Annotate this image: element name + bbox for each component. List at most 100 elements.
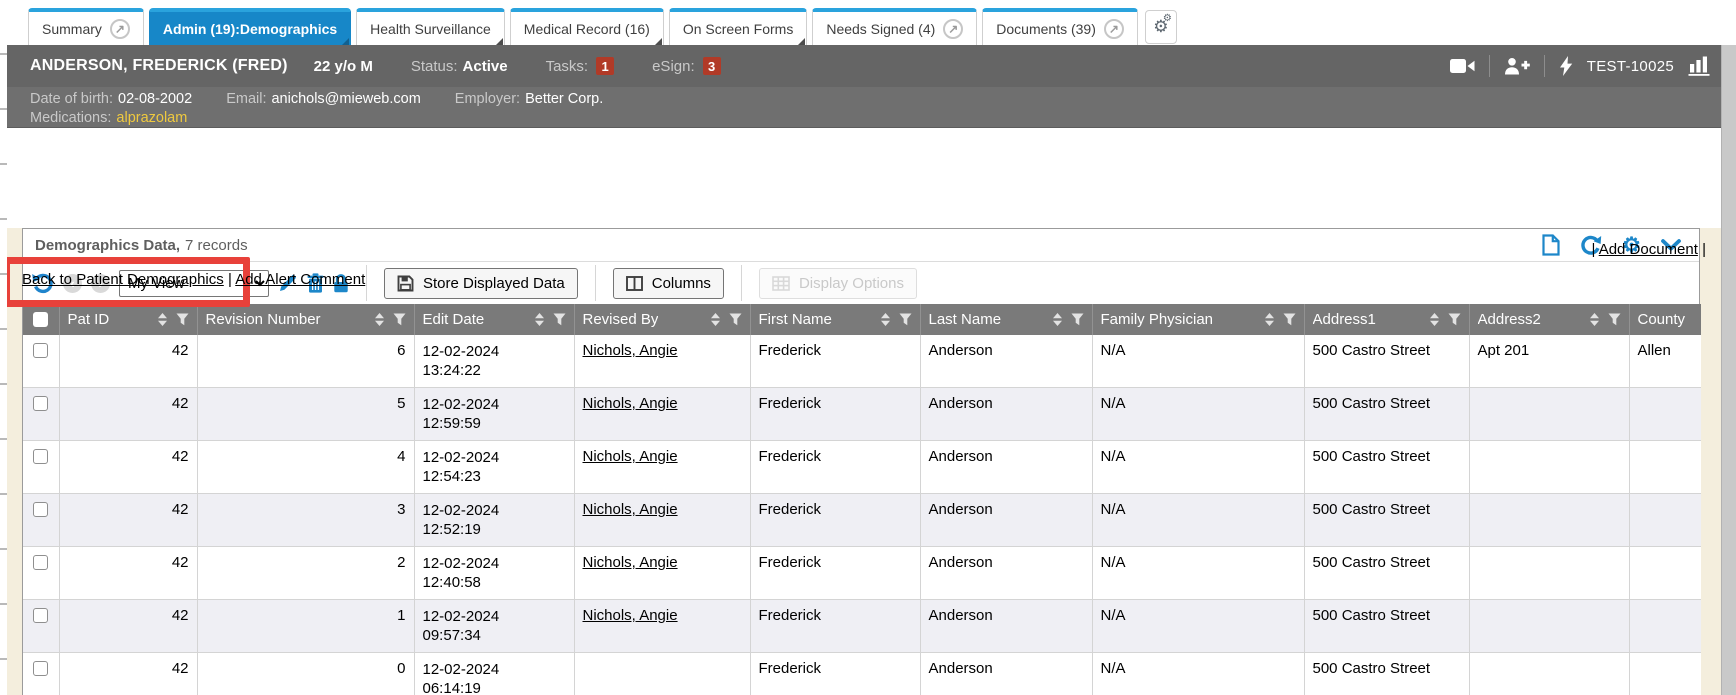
column-header-checkbox[interactable]: [23, 304, 59, 335]
column-header-last_name[interactable]: Last Name: [920, 304, 1092, 335]
tab-dropdown-caret-icon[interactable]: [655, 38, 662, 45]
sort-icon[interactable]: [1429, 312, 1440, 327]
column-label: Family Physician: [1101, 311, 1214, 328]
cell-county: [1629, 494, 1701, 547]
tab-label: Needs Signed (4): [826, 21, 935, 37]
column-header-address2[interactable]: Address2: [1469, 304, 1629, 335]
popout-icon[interactable]: ↗: [110, 19, 130, 39]
column-header-pat_id[interactable]: Pat ID: [59, 304, 197, 335]
filter-icon[interactable]: [553, 313, 566, 326]
tab-dropdown-caret-icon[interactable]: [496, 38, 503, 45]
sort-icon[interactable]: [710, 312, 721, 327]
row-checkbox[interactable]: [33, 661, 48, 676]
patient-header-bar: ANDERSON, FREDERICK (FRED) 22 y/o M Stat…: [0, 45, 1736, 87]
cell-address2: [1469, 388, 1629, 441]
cell-address1: 500 Castro Street: [1304, 388, 1469, 441]
add-alert-comment-link[interactable]: Add Alert Comment: [235, 271, 365, 288]
sort-icon[interactable]: [534, 312, 545, 327]
tab-admin-19-demographics[interactable]: Admin (19):Demographics: [149, 8, 351, 45]
pipe: |: [1698, 241, 1706, 258]
cell-address1: 500 Castro Street: [1304, 494, 1469, 547]
column-label: County: [1638, 311, 1686, 328]
display-options-label: Display Options: [799, 275, 904, 292]
sort-icon[interactable]: [1589, 312, 1600, 327]
column-label: Edit Date: [423, 311, 485, 328]
columns-button[interactable]: Columns: [613, 268, 724, 299]
edit-date: 12-02-2024: [423, 395, 566, 414]
edit-time: 06:14:19: [423, 679, 566, 695]
add-document-link[interactable]: Add Document: [1599, 241, 1698, 258]
row-checkbox[interactable]: [33, 502, 48, 517]
tab-dropdown-caret-icon[interactable]: [798, 38, 805, 45]
filter-icon[interactable]: [1283, 313, 1296, 326]
cell-revised_by: Nichols, Angie: [574, 335, 750, 388]
edit-date: 12-02-2024: [423, 448, 566, 467]
column-header-first_name[interactable]: First Name: [750, 304, 920, 335]
sort-icon[interactable]: [1052, 312, 1063, 327]
filter-icon[interactable]: [729, 313, 742, 326]
column-header-address1[interactable]: Address1: [1304, 304, 1469, 335]
sort-icon[interactable]: [1264, 312, 1275, 327]
cell-first_name: Frederick: [750, 441, 920, 494]
new-document-icon[interactable]: [1542, 234, 1560, 256]
tab-summary[interactable]: Summary↗: [28, 8, 144, 45]
revised-by-link[interactable]: Nichols, Angie: [583, 554, 678, 571]
filter-icon[interactable]: [1608, 313, 1621, 326]
column-header-revised_by[interactable]: Revised By: [574, 304, 750, 335]
cell-edit_date: 12-02-202413:24:22: [414, 335, 574, 388]
filter-icon[interactable]: [1448, 313, 1461, 326]
row-checkbox[interactable]: [33, 449, 48, 464]
store-displayed-data-button[interactable]: Store Displayed Data: [384, 268, 578, 299]
cell-family_physician: N/A: [1092, 653, 1304, 695]
column-header-edit_date[interactable]: Edit Date: [414, 304, 574, 335]
row-checkbox[interactable]: [33, 396, 48, 411]
revised-by-link[interactable]: Nichols, Angie: [583, 342, 678, 359]
popout-icon[interactable]: ↗: [1104, 19, 1124, 39]
tab-needs-signed-4[interactable]: Needs Signed (4) ↗: [812, 8, 977, 45]
tab-dropdown-caret-icon[interactable]: [342, 38, 349, 45]
row-checkbox[interactable]: [33, 343, 48, 358]
select-all-checkbox[interactable]: [33, 312, 48, 327]
medications-value[interactable]: alprazolam: [116, 110, 187, 126]
back-to-patient-demographics-link[interactable]: Back to Patient Demographics: [22, 271, 224, 288]
filter-icon[interactable]: [1071, 313, 1084, 326]
revised-by-link[interactable]: Nichols, Angie: [583, 501, 678, 518]
edit-date: 12-02-2024: [423, 554, 566, 573]
filter-icon[interactable]: [899, 313, 912, 326]
cell-county: [1629, 441, 1701, 494]
tab-health-surveillance[interactable]: Health Surveillance: [356, 8, 505, 45]
video-camera-icon[interactable]: [1450, 58, 1475, 74]
lightning-bolt-icon[interactable]: [1559, 56, 1573, 76]
sort-icon[interactable]: [880, 312, 891, 327]
tab-medical-record-16[interactable]: Medical Record (16): [510, 8, 664, 45]
cell-last_name: Anderson: [920, 388, 1092, 441]
sort-icon[interactable]: [374, 312, 385, 327]
revised-by-link[interactable]: Nichols, Angie: [583, 448, 678, 465]
column-label: Revision Number: [206, 311, 321, 328]
tab-label: On Screen Forms: [683, 21, 793, 37]
revised-by-link[interactable]: Nichols, Angie: [583, 395, 678, 412]
filter-icon[interactable]: [176, 313, 189, 326]
cell-county: [1629, 547, 1701, 600]
cell-family_physician: N/A: [1092, 494, 1304, 547]
column-header-revision[interactable]: Revision Number: [197, 304, 414, 335]
tab-settings-button[interactable]: ⚙ ⚙: [1145, 10, 1177, 44]
edit-time: 13:24:22: [423, 361, 566, 380]
row-checkbox[interactable]: [33, 608, 48, 623]
row-checkbox-cell: [23, 600, 59, 653]
tasks-count-badge[interactable]: 1: [596, 57, 614, 75]
esign-count-badge[interactable]: 3: [703, 57, 721, 75]
tab-on-screen-forms[interactable]: On Screen Forms: [669, 8, 807, 45]
sort-icon[interactable]: [157, 312, 168, 327]
column-header-family_physician[interactable]: Family Physician: [1092, 304, 1304, 335]
add-person-icon[interactable]: [1504, 57, 1530, 75]
popout-icon[interactable]: ↗: [943, 19, 963, 39]
vertical-scrollbar[interactable]: [1721, 45, 1736, 695]
row-checkbox[interactable]: [33, 555, 48, 570]
tab-documents-39[interactable]: Documents (39)↗: [982, 8, 1138, 45]
column-label: Address2: [1478, 311, 1541, 328]
bar-chart-icon[interactable]: [1688, 56, 1710, 76]
cell-county: [1629, 388, 1701, 441]
revised-by-link[interactable]: Nichols, Angie: [583, 607, 678, 624]
filter-icon[interactable]: [393, 313, 406, 326]
